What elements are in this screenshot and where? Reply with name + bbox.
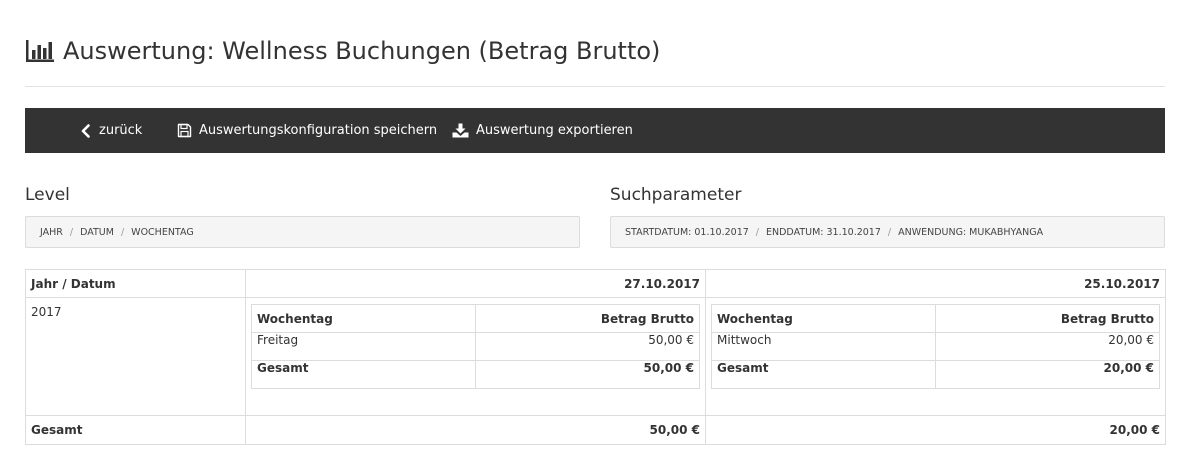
subtotal-label: Gesamt bbox=[251, 360, 476, 389]
year-cell: 2017 bbox=[25, 297, 246, 416]
subtable-total-row: Gesamt 20,00 € bbox=[711, 360, 1160, 389]
weekday-subtable: Wochentag Betrag Brutto Mittwoch 20,00 €… bbox=[711, 304, 1160, 389]
page-title: Auswertung: Wellness Buchungen (Betrag B… bbox=[63, 37, 661, 65]
download-icon bbox=[452, 123, 469, 138]
footer-total-date-2: 20,00 € bbox=[705, 415, 1166, 445]
search-params-breadcrumb: Startdatum: 01.10.2017 / Enddatum: 31.10… bbox=[610, 216, 1165, 248]
level-title: Level bbox=[25, 185, 70, 205]
toolbar: zurück Auswertungskonfiguration speicher… bbox=[25, 108, 1165, 153]
weekday-cell: Freitag bbox=[251, 332, 476, 361]
search-param-enddate: Enddatum: 31.10.2017 bbox=[766, 226, 881, 238]
sub-header-weekday: Wochentag bbox=[711, 304, 936, 333]
subtotal-label: Gesamt bbox=[711, 360, 936, 389]
weekday-subtable: Wochentag Betrag Brutto Freitag 50,00 € … bbox=[251, 304, 700, 389]
report-header-row: Jahr / Datum 27.10.2017 25.10.2017 bbox=[25, 269, 1166, 298]
subtable-row: Mittwoch 20,00 € bbox=[711, 332, 1160, 361]
sub-header-amount: Betrag Brutto bbox=[935, 304, 1160, 333]
save-config-label: Auswertungskonfiguration speichern bbox=[199, 123, 438, 138]
back-button[interactable]: zurück bbox=[80, 108, 142, 153]
subtable-header-row: Wochentag Betrag Brutto bbox=[251, 304, 700, 333]
subtable-row: Freitag 50,00 € bbox=[251, 332, 700, 361]
subtotal-value: 20,00 € bbox=[935, 360, 1160, 389]
header-year-date: Jahr / Datum bbox=[25, 269, 246, 298]
export-label: Auswertung exportieren bbox=[476, 123, 633, 138]
bar-chart-icon bbox=[26, 40, 54, 62]
search-params-title: Suchparameter bbox=[610, 185, 742, 205]
floppy-disk-icon bbox=[177, 123, 192, 138]
level-breadcrumb: Jahr / Datum / Wochentag bbox=[25, 216, 580, 248]
page-header: Auswertung: Wellness Buchungen (Betrag B… bbox=[25, 34, 1165, 87]
subtable-total-row: Gesamt 50,00 € bbox=[251, 360, 700, 389]
subtotal-value: 50,00 € bbox=[475, 360, 700, 389]
export-button[interactable]: Auswertung exportieren bbox=[452, 108, 633, 153]
chevron-left-icon bbox=[81, 123, 90, 138]
footer-total-label: Gesamt bbox=[25, 415, 246, 445]
header-date-2: 25.10.2017 bbox=[705, 269, 1166, 298]
footer-total-date-1: 50,00 € bbox=[245, 415, 706, 445]
year-row: 2017 Wochentag Betrag Brutto Freitag 50,… bbox=[25, 297, 1166, 416]
date-1-cell: Wochentag Betrag Brutto Freitag 50,00 € … bbox=[245, 297, 706, 416]
sub-header-amount: Betrag Brutto bbox=[475, 304, 700, 333]
search-param-startdate: Startdatum: 01.10.2017 bbox=[625, 226, 749, 238]
search-param-application: Anwendung: Mukabhyanga bbox=[898, 226, 1044, 238]
amount-cell: 50,00 € bbox=[475, 332, 700, 361]
save-config-button[interactable]: Auswertungskonfiguration speichern bbox=[177, 108, 437, 153]
header-date-1: 27.10.2017 bbox=[245, 269, 706, 298]
back-button-label: zurück bbox=[99, 123, 143, 138]
weekday-cell: Mittwoch bbox=[711, 332, 936, 361]
report-table: Jahr / Datum 27.10.2017 25.10.2017 2017 … bbox=[25, 269, 1166, 445]
subtable-header-row: Wochentag Betrag Brutto bbox=[711, 304, 1160, 333]
sub-header-weekday: Wochentag bbox=[251, 304, 476, 333]
level-item-date: Datum bbox=[80, 226, 114, 238]
date-2-cell: Wochentag Betrag Brutto Mittwoch 20,00 €… bbox=[705, 297, 1166, 416]
level-item-weekday: Wochentag bbox=[131, 226, 194, 238]
footer-total-row: Gesamt 50,00 € 20,00 € bbox=[25, 415, 1166, 445]
amount-cell: 20,00 € bbox=[935, 332, 1160, 361]
level-item-year: Jahr bbox=[40, 226, 63, 238]
